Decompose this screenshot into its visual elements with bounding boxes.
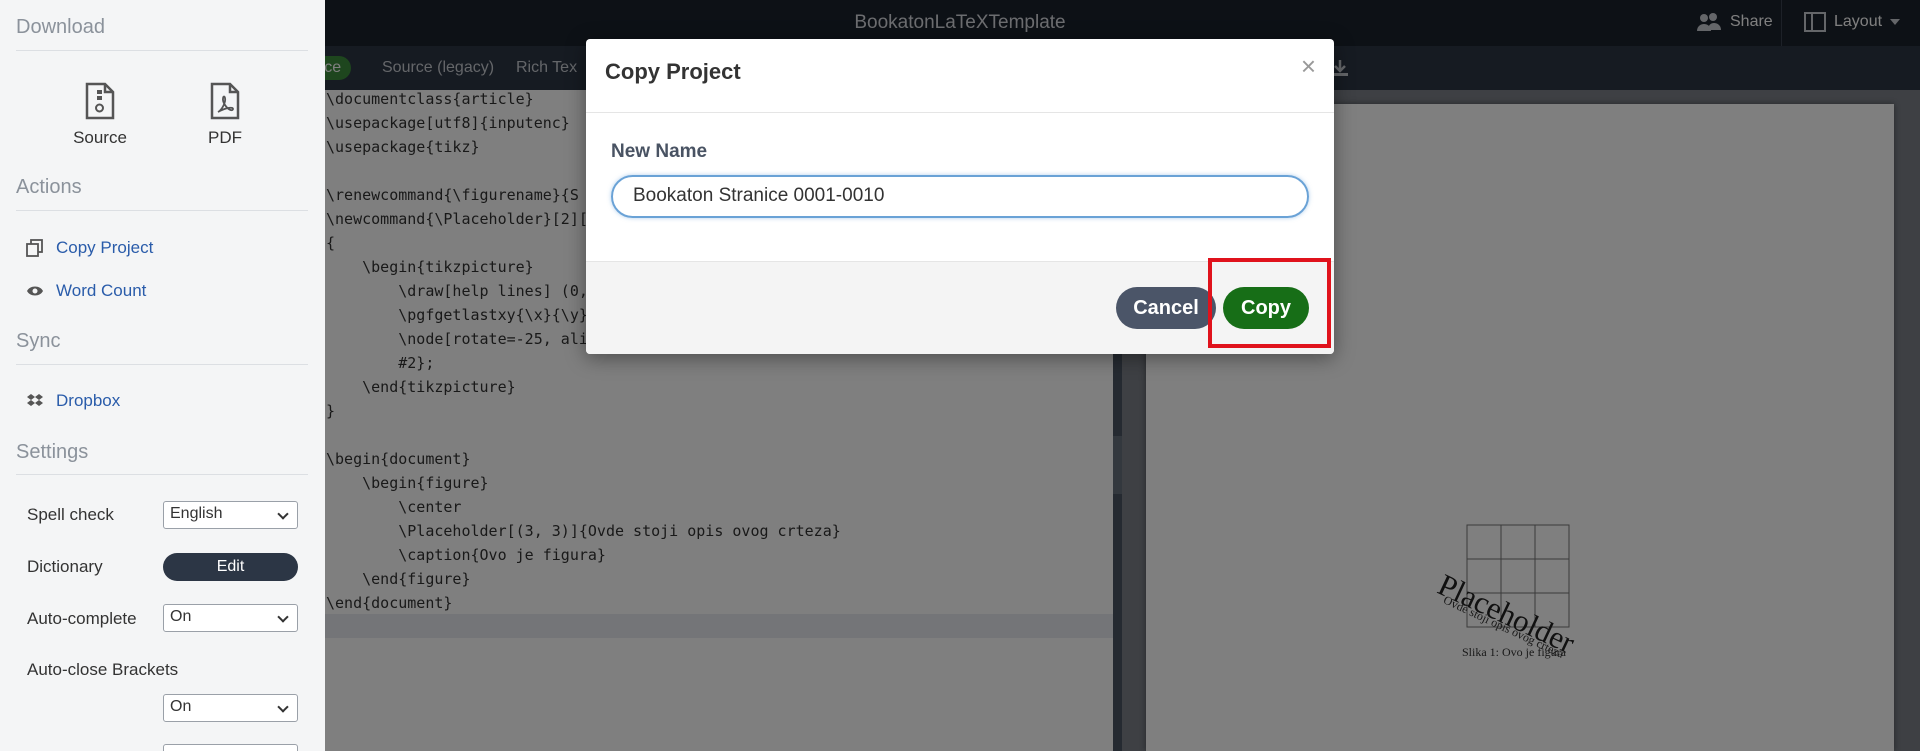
modal-divider — [586, 112, 1334, 113]
copy-button-highlight — [1208, 258, 1331, 348]
divider — [16, 364, 308, 365]
auto-complete-label: Auto-complete — [27, 609, 137, 628]
sync-section-title: Sync — [16, 330, 61, 352]
dropbox-label: Dropbox — [56, 391, 121, 410]
copy-project-label: Copy Project — [56, 238, 154, 257]
cancel-button[interactable]: Cancel — [1116, 287, 1216, 329]
divider — [16, 50, 308, 51]
dropbox-icon — [27, 394, 43, 406]
left-drawer: Download Source PDF Actions Copy Project… — [0, 0, 325, 751]
download-source-button[interactable]: Source — [55, 82, 145, 148]
download-pdf-button[interactable]: PDF — [180, 82, 270, 148]
pdf-label: PDF — [208, 128, 242, 147]
file-zip-icon — [85, 82, 115, 120]
auto-close-brackets-label: Auto-close Brackets — [27, 660, 179, 679]
auto-close-brackets-select[interactable]: On — [163, 694, 298, 722]
eye-icon — [27, 286, 43, 296]
file-pdf-icon — [210, 82, 240, 120]
spell-check-label: Spell check — [27, 505, 114, 524]
dropbox-action[interactable]: Dropbox — [26, 391, 120, 411]
divider — [16, 210, 308, 211]
new-name-label: New Name — [611, 141, 708, 162]
word-count-label: Word Count — [56, 281, 147, 300]
auto-complete-select[interactable]: On — [163, 604, 298, 632]
dictionary-label: Dictionary — [27, 557, 103, 576]
divider — [16, 474, 308, 475]
new-name-input[interactable]: Bookaton Stranice 0001-0010 — [611, 175, 1309, 218]
next-setting-select[interactable] — [163, 744, 298, 751]
close-icon[interactable]: × — [1301, 53, 1316, 79]
dictionary-edit-button[interactable]: Edit — [163, 553, 298, 581]
spell-check-select[interactable]: English — [163, 501, 298, 529]
download-section-title: Download — [16, 16, 105, 38]
modal-title: Copy Project — [605, 59, 741, 84]
actions-section-title: Actions — [16, 176, 82, 198]
copy-icon — [26, 239, 43, 257]
word-count-action[interactable]: Word Count — [26, 281, 146, 301]
source-label: Source — [73, 128, 127, 147]
copy-project-action[interactable]: Copy Project — [26, 238, 153, 258]
settings-section-title: Settings — [16, 441, 89, 463]
